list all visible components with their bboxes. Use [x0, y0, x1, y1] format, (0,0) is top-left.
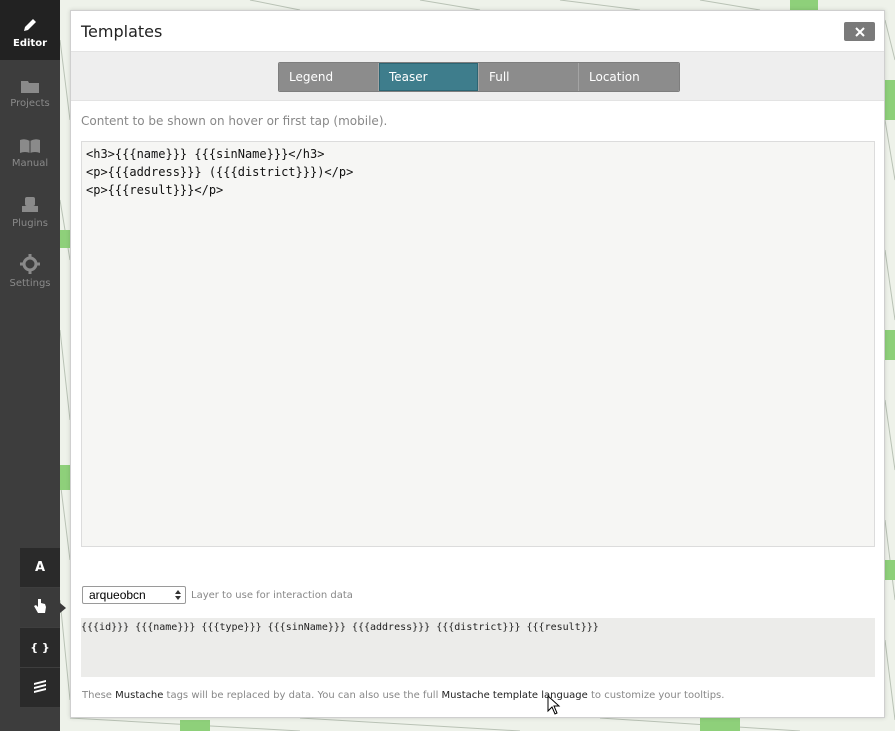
close-button[interactable] [844, 22, 875, 41]
layers-tool-button[interactable] [20, 668, 60, 708]
nav-item-label: Manual [11, 157, 49, 169]
active-pointer [60, 603, 66, 613]
hand-pointer-icon [33, 598, 47, 618]
layers-icon [33, 679, 47, 697]
layer-label: Layer to use for interaction data [191, 589, 353, 601]
layer-row: arqueobcn Layer to use for interaction d… [82, 586, 353, 604]
tool-column: A { } [20, 548, 66, 708]
layer-select-value: arqueobcn [89, 588, 146, 602]
templates-modal: Templates Legend Teaser Full Location Co… [70, 10, 885, 718]
interaction-tool-button[interactable] [20, 588, 66, 628]
braces-icon: { } [30, 641, 50, 654]
modal-title: Templates [81, 22, 163, 41]
close-icon [854, 26, 865, 37]
nav-item-plugins[interactable]: Plugins [0, 180, 60, 240]
footer-text-1: These [82, 690, 116, 701]
folder-icon [20, 72, 40, 94]
mustache-link[interactable]: Mustache [115, 690, 163, 701]
select-spinner-icon [175, 589, 181, 601]
plugin-icon [21, 192, 39, 214]
nav-item-settings[interactable]: Settings [0, 240, 60, 300]
mouse-cursor-icon [547, 695, 561, 715]
book-icon [19, 132, 41, 154]
template-code-editor[interactable] [81, 141, 875, 547]
tab-legend[interactable]: Legend [279, 63, 379, 91]
tab-teaser[interactable]: Teaser [379, 63, 479, 91]
nav-item-projects[interactable]: Projects [0, 60, 60, 120]
modal-header: Templates [71, 11, 884, 51]
layer-select[interactable]: arqueobcn [82, 586, 186, 604]
template-tabs: Legend Teaser Full Location [278, 62, 680, 92]
font-icon: A [34, 560, 46, 575]
nav-item-label: Settings [9, 277, 51, 289]
tab-description: Content to be shown on hover or first ta… [81, 114, 388, 128]
nav-item-label: Editor [13, 37, 47, 49]
template-tool-button[interactable]: { } [20, 628, 60, 668]
mustache-language-link[interactable]: Mustache template language [442, 690, 588, 701]
footer-help: These Mustache tags will be replaced by … [82, 690, 724, 701]
nav-item-editor[interactable]: Editor [0, 0, 60, 60]
gear-icon [20, 252, 40, 274]
font-tool-button[interactable]: A [20, 548, 60, 588]
available-tags: {{{id}}} {{{name}}} {{{type}}} {{{sinNam… [81, 618, 875, 677]
footer-text-3: to customize your tooltips. [587, 690, 725, 701]
tab-bar: Legend Teaser Full Location [71, 51, 884, 101]
nav-item-label: Projects [10, 97, 50, 109]
footer-text-2: tags will be replaced by data. You can a… [163, 690, 442, 701]
tab-location[interactable]: Location [579, 63, 679, 91]
nav-item-label: Plugins [12, 217, 48, 229]
tab-full[interactable]: Full [479, 63, 579, 91]
pencil-icon [21, 12, 39, 34]
nav-item-manual[interactable]: Manual [0, 120, 60, 180]
